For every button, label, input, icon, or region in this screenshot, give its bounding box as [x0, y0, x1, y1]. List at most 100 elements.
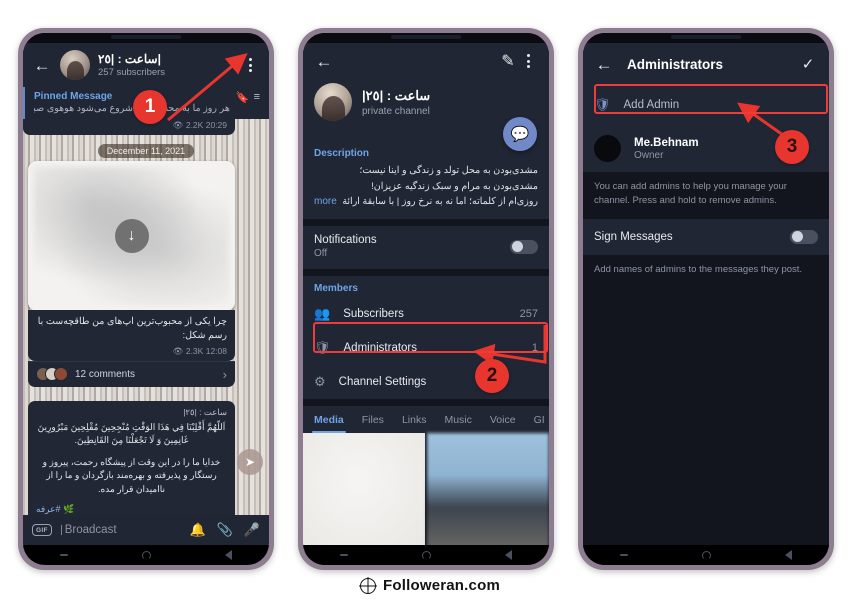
shield-star-icon: 🛡: [314, 340, 331, 356]
avatar[interactable]: [314, 83, 352, 121]
home-icon[interactable]: [422, 550, 431, 560]
message-farsi-text: خدایا ما را در این وقت از پیشگاه رحمت، پ…: [42, 457, 221, 494]
message-bubble-top[interactable]: #کتاب‌نوشت 👁 2.2K 20:29: [23, 119, 235, 136]
notifications-section[interactable]: Notifications Off: [303, 226, 549, 270]
page-title: Administrators: [627, 56, 724, 72]
description-more-link[interactable]: more: [314, 196, 337, 207]
back-icon[interactable]: ←: [594, 54, 614, 74]
message-channel-tag: ساعت : |٢٥|: [183, 407, 227, 417]
back-system-icon[interactable]: [785, 550, 792, 560]
channel-name: ساعت : |٢٥|: [362, 87, 431, 103]
media-grid[interactable]: [303, 433, 549, 554]
subscribers-icon: 👥: [314, 306, 331, 322]
phone-3-screen: ← Administrators ✓ 🛡 Add Admin Me.Behnam…: [583, 43, 829, 565]
admins-hint-text: You can add admins to help you manage yo…: [583, 172, 829, 219]
back-icon[interactable]: ←: [32, 55, 52, 75]
message-hashtag[interactable]: #عرفه: [36, 504, 60, 514]
message-composer[interactable]: GIF Broadcast 🔔 📎 🎤: [23, 515, 269, 545]
tab-media[interactable]: Media: [312, 406, 346, 434]
description-line-2: مشدی‌بودن به مرام و سبک زندگیه عزیزان!: [371, 180, 538, 192]
add-admin-row[interactable]: 🛡 Add Admin: [583, 85, 829, 125]
admin-name: Me.Behnam: [634, 136, 699, 149]
chevron-right-icon[interactable]: ›: [223, 367, 227, 382]
download-arrow-icon[interactable]: ↓: [114, 219, 149, 253]
media-thumbnail[interactable]: [427, 433, 549, 554]
kebab-menu-icon[interactable]: [240, 55, 260, 75]
admin-role: Owner: [634, 149, 664, 161]
home-icon[interactable]: [702, 550, 711, 560]
screenshot-stage: ← ساعت : |٢٥| 257 subscribers Pinned Mes…: [0, 0, 860, 600]
annotation-badge-1: 1: [133, 90, 167, 124]
recents-icon[interactable]: [340, 554, 348, 556]
chat-subscriber-count: 257 subscribers: [98, 67, 166, 78]
chat-header: ← ساعت : |٢٥| 257 subscribers: [23, 43, 269, 87]
message-arabic-text: اَللّهُمَّ أَقْلِبْنَا فِي هَذَا الوَقْت…: [37, 422, 226, 446]
comments-button[interactable]: 12 comments ›: [28, 361, 235, 387]
description-label: Description: [314, 148, 370, 159]
brand-name: Followeran.com: [383, 577, 500, 594]
media-thumbnail[interactable]: [303, 433, 425, 554]
unpin-icon[interactable]: 🔖: [236, 91, 250, 104]
kebab-menu-icon[interactable]: [518, 51, 538, 71]
row-label: Administrators: [343, 342, 418, 355]
discussion-bubble-icon[interactable]: 💬: [503, 117, 537, 151]
gif-button[interactable]: GIF: [32, 524, 52, 536]
bell-icon[interactable]: 🔔: [189, 522, 205, 538]
chat-title: ساعت : |٢٥|: [98, 52, 161, 66]
back-icon[interactable]: ←: [314, 51, 334, 71]
sign-messages-hint-text: Add names of admins to the messages they…: [583, 254, 829, 287]
add-admin-label: Add Admin: [623, 99, 680, 111]
recents-icon[interactable]: [620, 554, 628, 556]
paperclip-icon[interactable]: 📎: [217, 522, 233, 538]
tab-files[interactable]: Files: [360, 406, 386, 433]
sign-messages-label: Sign Messages: [594, 230, 673, 243]
annotation-badge-3: 3: [775, 130, 809, 164]
system-nav-bar: [583, 545, 829, 565]
view-count: 2.3K: [185, 345, 204, 356]
pinned-label: Pinned Message: [34, 91, 113, 102]
commenter-avatars: [36, 367, 68, 382]
message-text: چرا یکی از محبوب‌ترین اپ‌های من طاقچه‌ست…: [37, 316, 227, 341]
message-bubble-middle[interactable]: چرا یکی از محبوب‌ترین اپ‌های من طاقچه‌ست…: [28, 310, 235, 361]
tab-gifs[interactable]: GI: [532, 406, 547, 433]
broadcast-input[interactable]: Broadcast: [60, 524, 181, 536]
members-row-channel-settings[interactable]: ⚙ Channel Settings: [303, 365, 549, 400]
message-bubble-bottom[interactable]: ساعت : |٢٥| اَللّهُمَّ أَقْلِبْنَا فِي ه…: [28, 401, 235, 534]
system-nav-bar: [23, 545, 269, 565]
globe-icon: [360, 577, 376, 594]
home-icon[interactable]: [142, 550, 151, 560]
phone-2-screen: ← ✎ ساعت : |٢٥| private channel 💬 Descri…: [303, 43, 549, 565]
notifications-value: Off: [314, 248, 328, 260]
back-system-icon[interactable]: [505, 550, 512, 560]
members-row-subscribers[interactable]: 👥 Subscribers 257: [303, 297, 549, 332]
footer-watermark: Followeran.com: [0, 577, 860, 594]
microphone-icon[interactable]: 🎤: [244, 522, 260, 538]
row-label: Channel Settings: [338, 376, 427, 389]
photo-message[interactable]: ↓: [28, 161, 235, 311]
profile-header: ← ✎ ساعت : |٢٥| private channel 💬: [303, 43, 549, 151]
chat-message-list[interactable]: #کتاب‌نوشت 👁 2.2K 20:29 December 11, 202…: [23, 119, 269, 565]
leaf-icon: 🌿: [62, 503, 75, 514]
notifications-toggle[interactable]: [510, 239, 538, 254]
avatar[interactable]: [60, 50, 90, 80]
recents-icon[interactable]: [60, 554, 68, 556]
checkmark-icon[interactable]: ✓: [798, 54, 818, 74]
tab-music[interactable]: Music: [442, 406, 473, 433]
back-system-icon[interactable]: [225, 550, 232, 560]
sign-messages-toggle[interactable]: [790, 229, 818, 244]
tab-links[interactable]: Links: [400, 406, 429, 433]
pinned-list-icon[interactable]: ≡: [254, 91, 260, 104]
sliders-icon: ⚙: [314, 374, 326, 390]
description-line-3: روزی‌ام از کلماته؛ اما نه به نرخ روز | ب…: [342, 196, 538, 208]
tab-voice[interactable]: Voice: [488, 406, 518, 433]
comments-count-label: 12 comments: [75, 368, 136, 380]
sign-messages-row[interactable]: Sign Messages: [583, 218, 829, 255]
pencil-edit-icon[interactable]: ✎: [498, 51, 518, 71]
channel-type: private channel: [362, 105, 430, 117]
message-time: 12:08: [205, 345, 227, 356]
row-count: 1: [531, 342, 538, 355]
forward-share-icon[interactable]: ➤: [237, 449, 263, 475]
members-row-administrators[interactable]: 🛡 Administrators 1: [303, 331, 549, 366]
phone-2-screen-frame: ← ✎ ساعت : |٢٥| private channel 💬 Descri…: [303, 33, 549, 565]
media-tabs[interactable]: Media Files Links Music Voice GI: [303, 406, 549, 434]
